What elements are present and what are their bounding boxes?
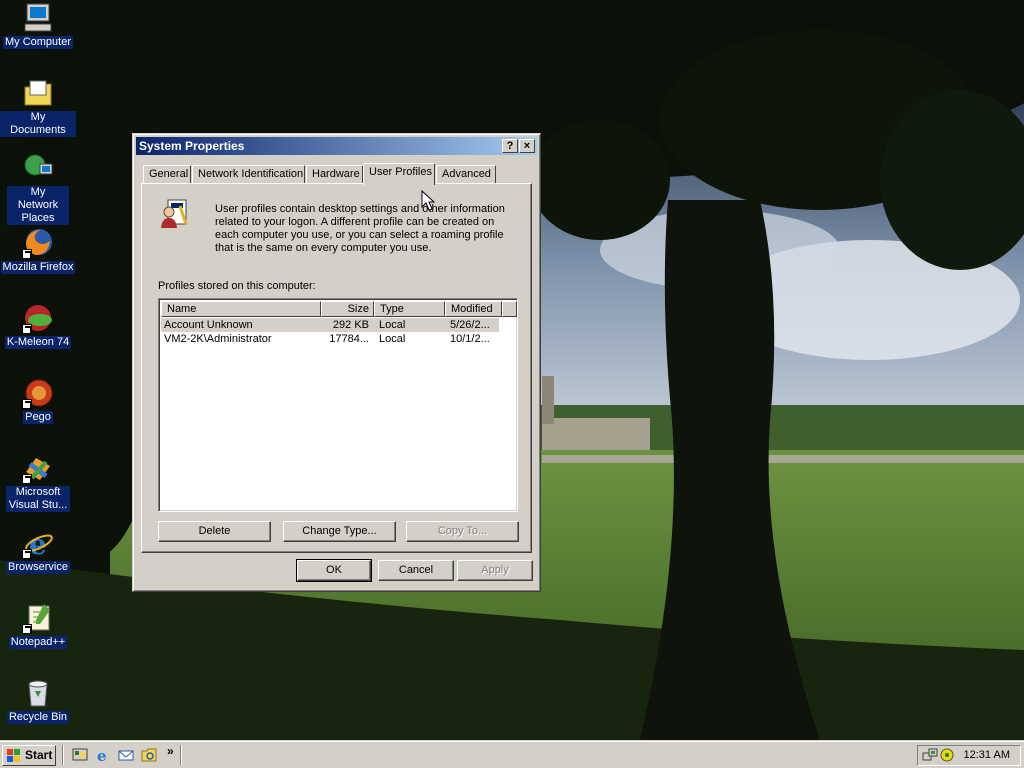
system-properties-window: System Properties ? × General Network Id… [132,133,541,592]
start-button[interactable]: Start [2,745,56,766]
close-button[interactable]: × [519,139,535,153]
desktop-icon-label: K-Meleon 74 [4,336,72,349]
desktop-icon-label: Pego [23,411,53,424]
copy-to-button[interactable]: Copy To... [406,521,519,542]
apply-button[interactable]: Apply [457,560,533,581]
tab-advanced[interactable]: Advanced [436,165,496,184]
folder-icon [22,77,54,109]
pego-icon [22,377,54,409]
desktop-icon-network-places[interactable]: My Network Places [0,152,76,225]
user-profiles-icon [158,198,190,230]
shortcut-arrow-icon [22,399,32,409]
intro-description: User profiles contain desktop settings a… [215,203,505,254]
desktop-icon-label: Recycle Bin [6,711,70,724]
recycle-bin-icon [22,677,54,709]
change-type-button[interactable]: Change Type... [283,521,396,542]
shortcut-arrow-icon [22,624,32,634]
visual-studio-icon [22,452,54,484]
desktop-icon-label: Notepad++ [8,636,68,649]
desktop-icon-label: Mozilla Firefox [0,261,76,274]
profile-type: Local [379,333,406,345]
quick-launch-chevron[interactable]: » [167,744,174,758]
profile-type: Local [379,319,406,331]
firefox-icon [22,227,54,259]
profile-size: 17784... [329,333,369,345]
column-header-filler [502,301,517,317]
start-label: Start [25,748,53,762]
internet-explorer-icon: e [22,527,54,561]
ok-button[interactable]: OK [296,559,372,582]
tab-hardware[interactable]: Hardware [306,165,363,184]
k-meleon-icon [22,302,54,334]
column-header-modified[interactable]: Modified [445,301,502,317]
shortcut-arrow-icon [22,324,32,334]
shortcut-arrow-icon [22,549,32,559]
window-title: System Properties [139,139,245,153]
windows-logo-icon [7,749,21,762]
desktop-icon-label: My Computer [2,36,74,49]
taskbar-divider [180,745,182,765]
desktop-icon-label: My Network Places [7,186,69,225]
table-row[interactable]: VM2-2K\Administrator 17784... Local 10/1… [161,332,499,346]
profile-name: Account Unknown [164,319,253,331]
shortcut-arrow-icon [22,249,32,259]
notepad-plus-plus-icon [22,602,54,634]
user-profiles-panel: User profiles contain desktop settings a… [141,183,532,553]
taskbar: Start e » 12:31 AM [0,740,1024,768]
shortcut-arrow-icon [22,474,32,484]
profile-name: VM2-2K\Administrator [164,333,272,345]
list-header: Name Size Type Modified [161,301,517,318]
profile-modified: 10/1/2... [450,333,490,345]
show-desktop-icon[interactable] [72,747,88,763]
desktop-icon-label: My Documents [0,111,76,137]
column-header-name[interactable]: Name [161,301,321,317]
help-button[interactable]: ? [502,139,518,153]
tab-user-profiles[interactable]: User Profiles [363,163,435,185]
network-places-icon [22,152,54,184]
desktop-icon-visual-studio[interactable]: Microsoft Visual Stu... [0,452,76,512]
my-computer-icon [22,2,54,34]
desktop-icon-k-meleon[interactable]: K-Meleon 74 [0,302,76,349]
tab-network-identification[interactable]: Network Identification [192,165,305,184]
internet-explorer-icon[interactable]: e [95,747,111,765]
network-connection-icon[interactable] [922,747,938,763]
system-tray: 12:31 AM [917,745,1021,766]
cancel-button[interactable]: Cancel [378,560,454,581]
tab-general[interactable]: General [143,165,191,184]
desktop-icon-recycle-bin[interactable]: Recycle Bin [0,677,76,724]
clock[interactable]: 12:31 AM [964,746,1010,765]
mouse-pointer-icon [421,189,436,212]
title-bar[interactable]: System Properties ? × [136,137,537,155]
desktop-icon-browservice[interactable]: e Browservice [0,527,76,574]
desktop-icon-my-computer[interactable]: My Computer [0,2,76,49]
profile-size: 292 KB [332,319,369,331]
delete-button[interactable]: Delete [158,521,271,542]
desktop-icon-firefox[interactable]: Mozilla Firefox [0,227,76,274]
profiles-list[interactable]: Name Size Type Modified Account Unknown … [158,298,518,512]
desktop-icon-label: Microsoft Visual Stu... [6,486,70,512]
desktop-icon-pego[interactable]: Pego [0,377,76,424]
outlook-express-icon[interactable] [118,747,134,763]
table-row[interactable]: Account Unknown 292 KB Local 5/26/2... [161,318,499,332]
column-header-size[interactable]: Size [321,301,374,317]
windows-explorer-icon[interactable] [141,747,157,763]
desktop-icon-label: Browservice [6,561,70,574]
desktop-icon-notepad-plus-plus[interactable]: Notepad++ [0,602,76,649]
taskbar-divider [62,745,64,765]
column-header-type[interactable]: Type [374,301,445,317]
desktop-icon-my-documents[interactable]: My Documents [0,77,76,137]
profiles-label: Profiles stored on this computer: [158,280,316,292]
tray-app-icon[interactable] [939,747,955,763]
svg-text:e: e [97,747,107,763]
profile-modified: 5/26/2... [450,319,490,331]
